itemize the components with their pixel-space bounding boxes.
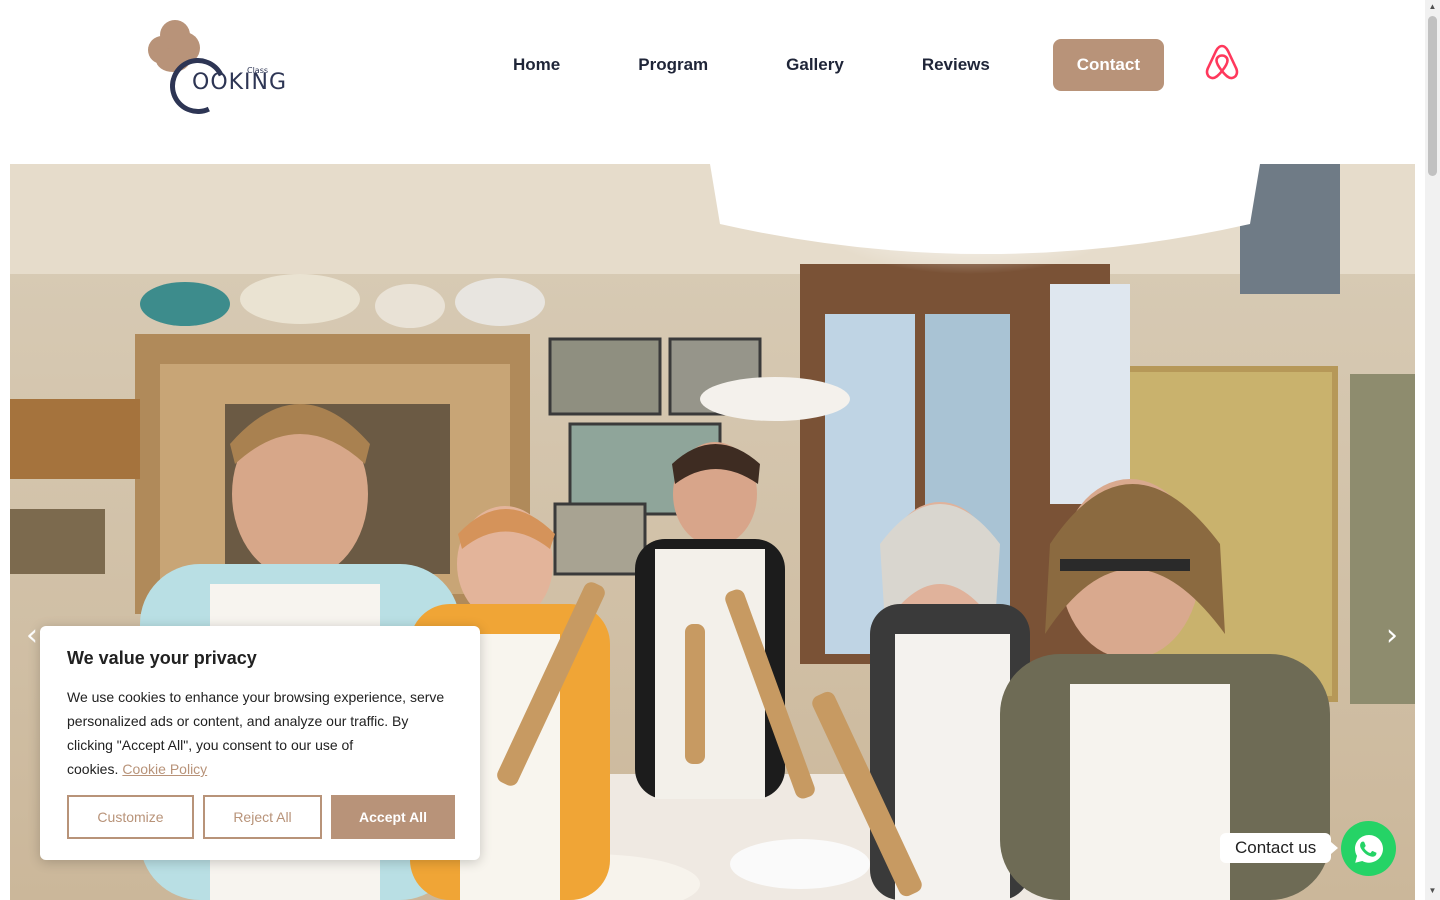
chevron-left-icon: ‹ bbox=[26, 618, 38, 653]
customize-button[interactable]: Customize bbox=[67, 795, 194, 839]
logo-wordmark: OOKING bbox=[192, 70, 288, 95]
main-nav: Home Program Gallery Reviews Contact bbox=[474, 39, 1164, 91]
nav-gallery[interactable]: Gallery bbox=[747, 55, 883, 75]
chevron-right-icon: › bbox=[1386, 618, 1398, 653]
nav-home[interactable]: Home bbox=[474, 55, 599, 75]
reject-all-button[interactable]: Reject All bbox=[203, 795, 322, 839]
cookie-policy-link[interactable]: Cookie Policy bbox=[122, 761, 207, 777]
nav-program[interactable]: Program bbox=[599, 55, 747, 75]
whatsapp-icon bbox=[1354, 834, 1383, 863]
whatsapp-button[interactable] bbox=[1341, 821, 1396, 876]
scroll-down-arrow-icon[interactable]: ▼ bbox=[1428, 886, 1437, 896]
cookie-buttons: Customize Reject All Accept All bbox=[67, 795, 455, 839]
scrollbar-thumb[interactable] bbox=[1428, 16, 1437, 176]
accept-all-button[interactable]: Accept All bbox=[331, 795, 455, 839]
site-header: Class OOKING Home Program Gallery Review… bbox=[0, 0, 1425, 140]
cookie-title: We value your privacy bbox=[67, 648, 257, 668]
site-logo[interactable]: Class OOKING bbox=[146, 18, 286, 122]
slider-next-button[interactable]: › bbox=[1380, 619, 1404, 653]
cookie-text: We use cookies to enhance your browsing … bbox=[67, 685, 453, 781]
whatsapp-label[interactable]: Contact us bbox=[1220, 833, 1339, 863]
airbnb-icon[interactable] bbox=[1204, 43, 1240, 81]
cookie-consent-banner: We value your privacy We use cookies to … bbox=[40, 626, 480, 860]
contact-button[interactable]: Contact bbox=[1052, 39, 1164, 91]
nav-reviews[interactable]: Reviews bbox=[883, 55, 1029, 75]
page-scrollbar[interactable]: ▲ ▼ bbox=[1425, 0, 1440, 900]
scroll-up-arrow-icon[interactable]: ▲ bbox=[1428, 2, 1437, 12]
